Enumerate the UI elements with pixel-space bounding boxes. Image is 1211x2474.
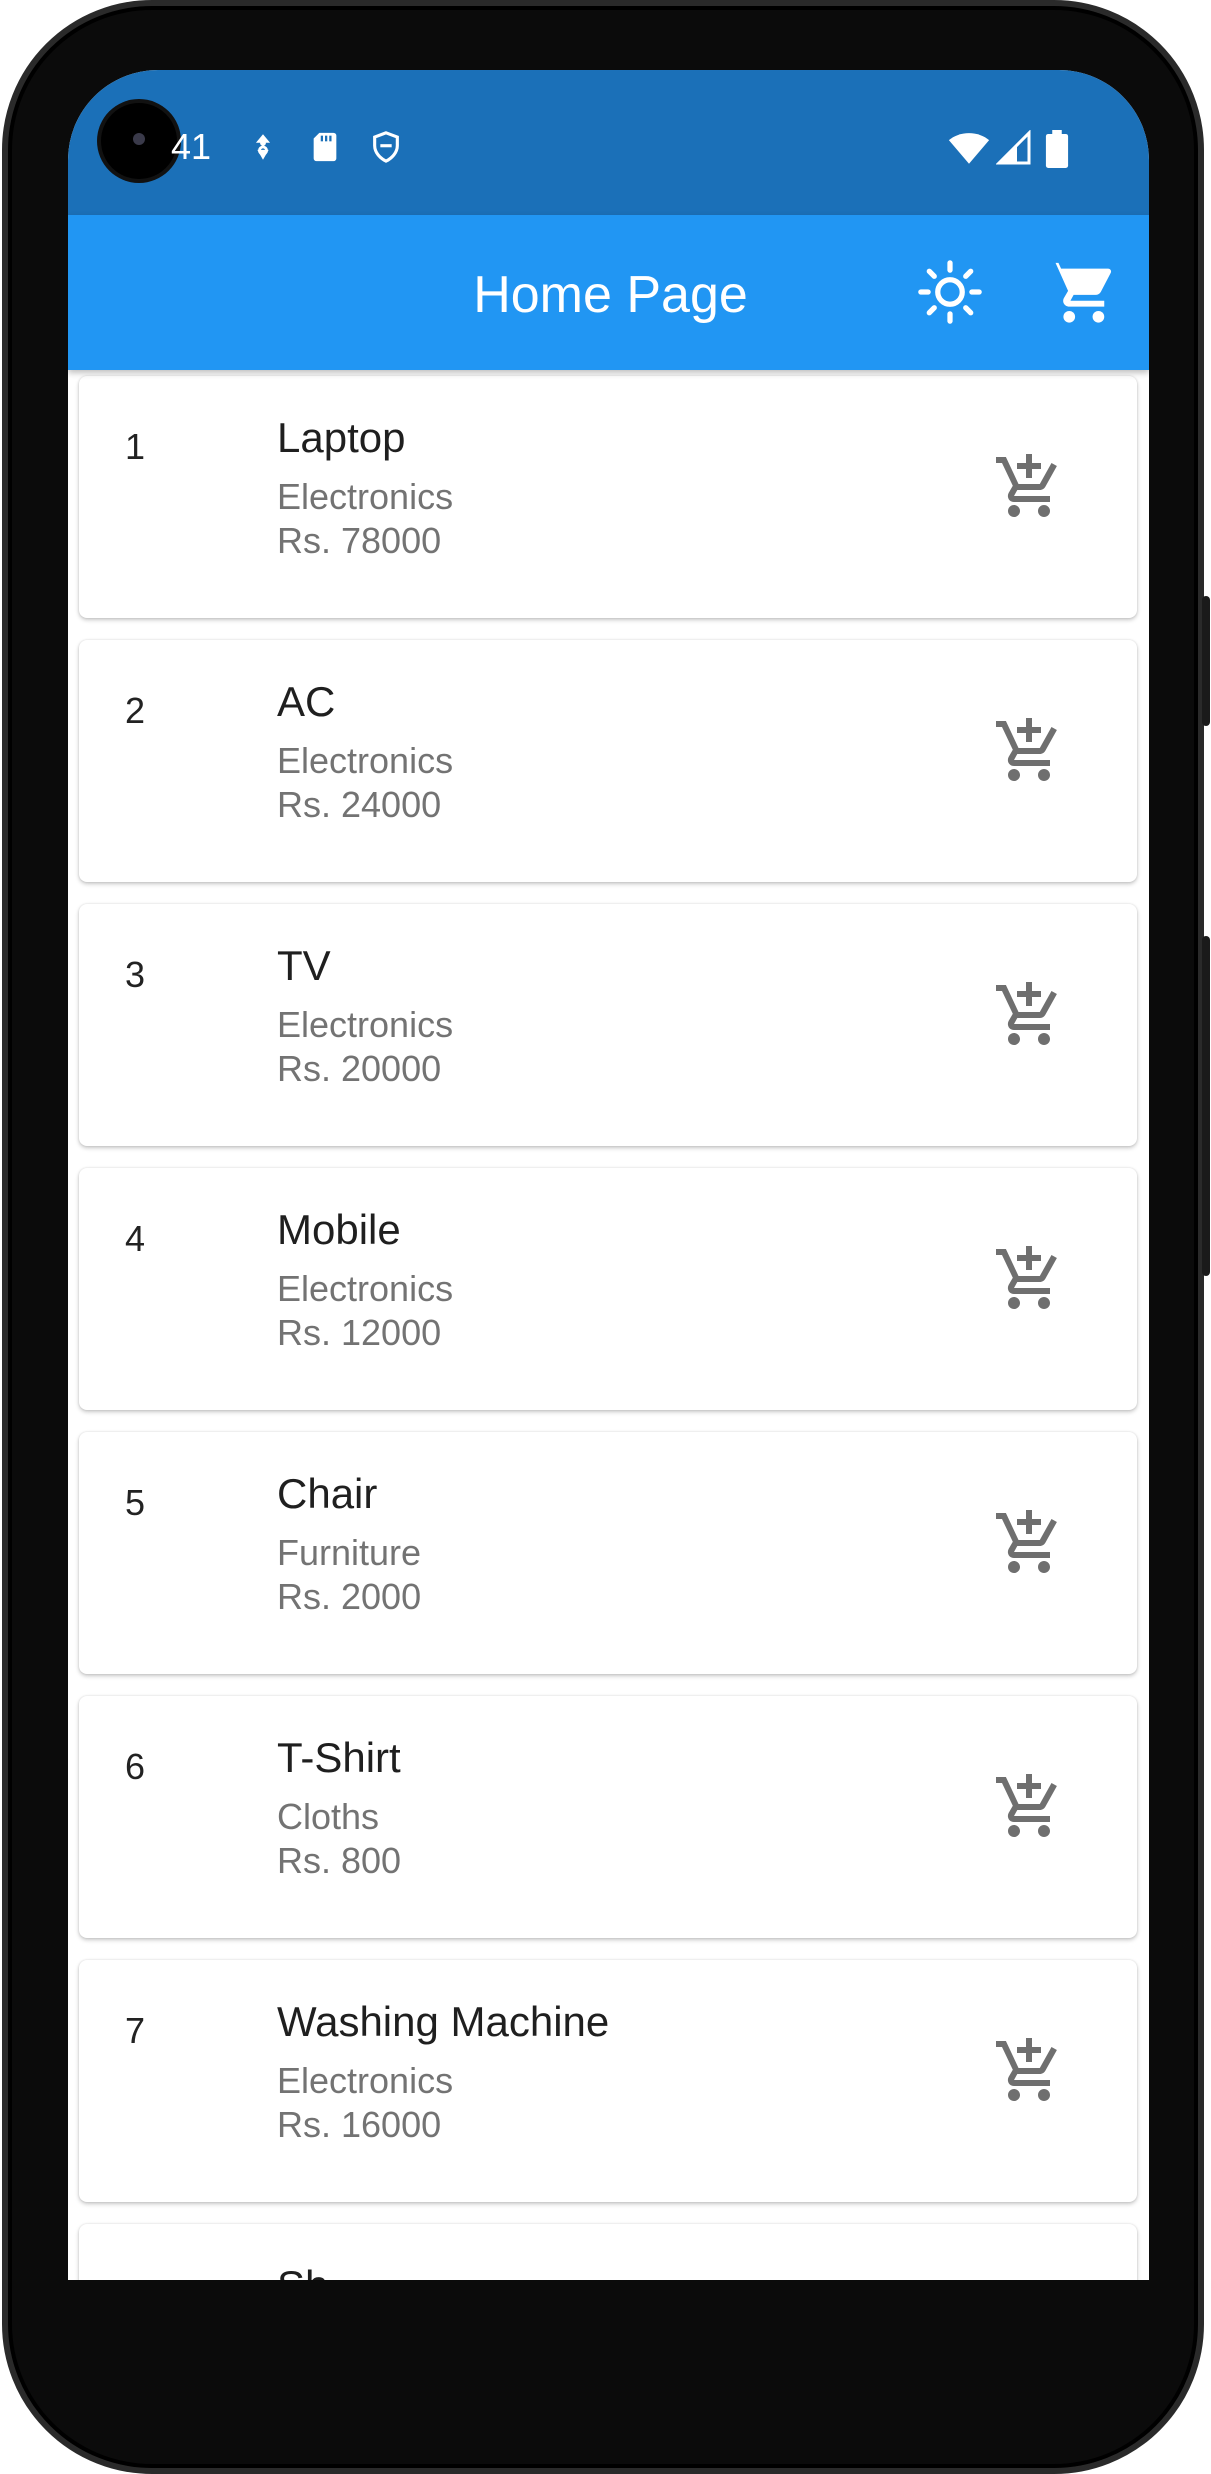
product-card[interactable]: 6 T-Shirt Cloths Rs. 800	[79, 1696, 1137, 1938]
product-price: Rs. 800	[277, 1840, 402, 1881]
product-price: Rs. 20000	[277, 1048, 442, 1089]
product-card[interactable]: 3 TV Electronics Rs. 20000	[79, 904, 1137, 1146]
product-category: Electronics	[277, 740, 454, 781]
product-card[interactable]: 4 Mobile Electronics Rs. 12000	[79, 1168, 1137, 1410]
product-card[interactable]: 1 Laptop Electronics Rs. 78000	[79, 376, 1137, 618]
phone-frame: 41 Home Page 1 Laptop Electronics Rs. 78…	[2, 0, 1210, 2474]
add-to-cart-icon[interactable]	[993, 1243, 1065, 1315]
wifi-icon	[948, 133, 990, 164]
power-button	[1202, 596, 1210, 726]
product-price: Rs. 24000	[277, 784, 442, 825]
product-price: Rs. 16000	[277, 2104, 442, 2145]
product-name: Chair	[277, 1470, 378, 1517]
status-time: 41	[171, 126, 212, 167]
product-category: Furniture	[277, 1532, 422, 1573]
shopping-cart-icon[interactable]	[1043, 257, 1113, 327]
product-card[interactable]: 2 AC Electronics Rs. 24000	[79, 640, 1137, 882]
product-index: 7	[125, 2010, 146, 2051]
product-price: Rs. 2000	[277, 1576, 422, 1617]
add-to-cart-icon[interactable]	[993, 451, 1065, 523]
product-name: TV	[277, 942, 331, 989]
shield-icon	[373, 131, 399, 163]
product-category: Electronics	[277, 1004, 454, 1045]
front-camera	[101, 103, 177, 179]
product-name: Sh	[277, 2262, 328, 2280]
page-title: Home Page	[473, 266, 748, 324]
product-category: Electronics	[277, 2060, 454, 2101]
product-card[interactable]: Sh	[79, 2224, 1137, 2280]
location-icon	[255, 134, 271, 160]
status-bar: 41	[68, 70, 1149, 215]
signal-icon	[996, 130, 1031, 165]
theme-toggle-sun-icon[interactable]	[915, 257, 985, 327]
add-to-cart-icon[interactable]	[993, 979, 1065, 1051]
product-price: Rs. 78000	[277, 520, 442, 561]
product-name: Laptop	[277, 414, 406, 461]
add-to-cart-icon[interactable]	[993, 2035, 1065, 2107]
product-index: 4	[125, 1218, 146, 1259]
product-category: Electronics	[277, 1268, 454, 1309]
product-index: 1	[125, 426, 146, 467]
product-name: Mobile	[277, 1206, 401, 1253]
product-card[interactable]: 7 Washing Machine Electronics Rs. 16000	[79, 1960, 1137, 2202]
product-name: AC	[277, 678, 336, 725]
add-to-cart-icon[interactable]	[993, 1771, 1065, 1843]
add-to-cart-icon[interactable]	[993, 1507, 1065, 1579]
app-bar: Home Page	[68, 215, 1149, 370]
sd-card-icon	[313, 132, 337, 162]
add-to-cart-icon[interactable]	[993, 715, 1065, 787]
product-card[interactable]: 5 Chair Furniture Rs. 2000	[79, 1432, 1137, 1674]
screen: 41 Home Page 1 Laptop Electronics Rs. 78…	[68, 70, 1149, 2280]
volume-button	[1202, 936, 1210, 1276]
product-index: 5	[125, 1482, 146, 1523]
product-name: Washing Machine	[277, 1998, 610, 2045]
product-category: Cloths	[277, 1796, 380, 1837]
product-category: Electronics	[277, 476, 454, 517]
product-index: 6	[125, 1746, 146, 1787]
battery-icon	[1045, 130, 1069, 168]
product-index: 2	[125, 690, 146, 731]
product-index: 3	[125, 954, 146, 995]
product-name: T-Shirt	[277, 1734, 401, 1781]
product-price: Rs. 12000	[277, 1312, 442, 1353]
